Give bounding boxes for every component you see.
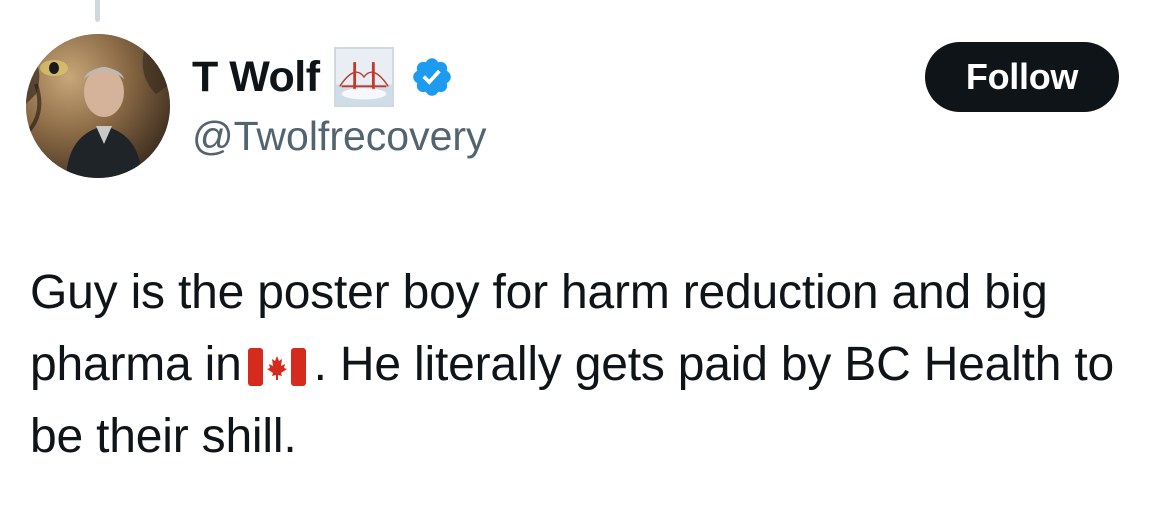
verified-badge-icon[interactable] — [410, 55, 454, 99]
thread-connector-line — [95, 0, 100, 22]
avatar[interactable] — [26, 34, 170, 178]
author-display-name[interactable]: T Wolf — [192, 55, 320, 99]
canada-flag-icon — [247, 348, 306, 386]
bridge-logo-icon[interactable] — [333, 47, 394, 107]
profile-photo — [26, 34, 170, 178]
follow-button[interactable]: Follow — [925, 42, 1119, 112]
author-name-row: T Wolf — [192, 47, 454, 107]
tweet-text: Guy is the poster boy for harm reduction… — [30, 257, 1140, 473]
author-handle[interactable]: @Twolfrecovery — [192, 112, 487, 161]
